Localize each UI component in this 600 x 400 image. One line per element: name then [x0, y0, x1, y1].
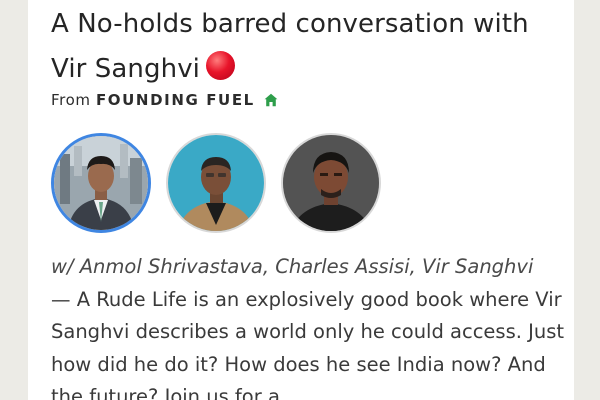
- post-title[interactable]: A No-holds barred conversation with Vir …: [51, 2, 561, 92]
- red-circle-icon: [206, 51, 236, 80]
- avatar-charles-assisi[interactable]: [166, 133, 266, 233]
- avatar-anmol-shrivastava[interactable]: [51, 133, 151, 233]
- post-description: w/ Anmol Shrivastava, Charles Assisi, Vi…: [51, 251, 566, 400]
- publication-name[interactable]: FOUNDING FUEL: [96, 91, 255, 109]
- publication-line: From FOUNDING FUEL: [51, 91, 278, 111]
- house-icon: [264, 93, 278, 111]
- description-text: — A Rude Life is an explosively good boo…: [51, 287, 565, 400]
- from-label: From: [51, 91, 91, 109]
- avatar-vir-sanghvi[interactable]: [281, 133, 381, 233]
- guest-list: w/ Anmol Shrivastava, Charles Assisi, Vi…: [51, 255, 534, 278]
- post-title-text[interactable]: A No-holds barred conversation with Vir …: [51, 9, 529, 84]
- post-card: A No-holds barred conversation with Vir …: [28, 0, 574, 400]
